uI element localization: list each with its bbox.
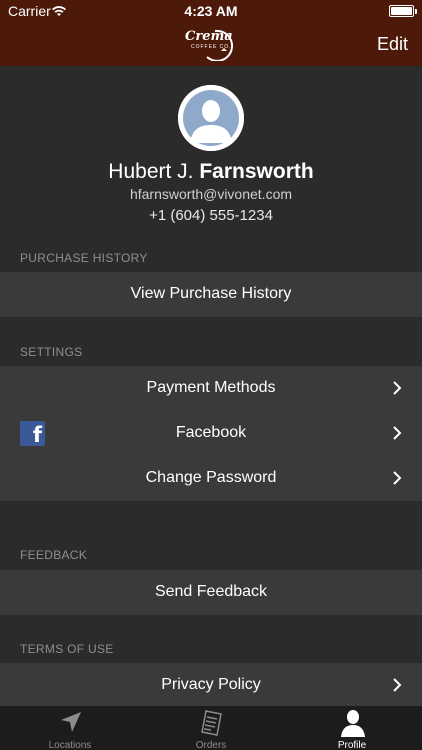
battery-icon [389, 5, 417, 17]
crema-logo: Crema COFFEE CO. [185, 25, 237, 61]
nav-bar: Carrier 4:23 AM Crema COFFEE CO. Edit [0, 0, 422, 66]
chevron-right-icon [393, 426, 402, 440]
facebook-row[interactable]: f Facebook [0, 411, 422, 456]
person-silhouette-icon [178, 85, 244, 151]
tab-profile[interactable]: Profile [282, 706, 422, 750]
payment-methods-row[interactable]: Payment Methods [0, 366, 422, 411]
send-feedback-row[interactable]: Send Feedback [0, 570, 422, 615]
brand-name: Crema [185, 29, 233, 44]
receipt-icon [201, 710, 222, 736]
row-label: Facebook [175, 424, 247, 441]
privacy-policy-row[interactable]: Privacy Policy [0, 663, 422, 708]
chevron-right-icon [393, 471, 402, 485]
location-arrow-icon [61, 712, 81, 732]
row-label: Privacy Policy [161, 676, 261, 693]
avatar[interactable] [178, 85, 244, 151]
clock: 4:23 AM [184, 3, 238, 19]
last-name: Farnsworth [199, 160, 314, 183]
user-email: hfarnsworth@vivonet.com [129, 186, 293, 202]
chevron-right-icon [393, 381, 402, 395]
profile-header: Hubert J. Farnsworth hfarnsworth@vivonet… [0, 66, 422, 244]
status-bar: Carrier 4:23 AM [0, 0, 422, 22]
row-label: View Purchase History [130, 285, 292, 302]
section-header-purchase-history: PURCHASE HISTORY [20, 251, 148, 265]
tab-locations[interactable]: Locations [0, 706, 140, 750]
section-header-terms: TERMS OF USE [20, 642, 114, 656]
user-name: Hubert J. Farnsworth [0, 160, 422, 184]
first-name: Hubert J. [108, 160, 194, 183]
section-header-settings: SETTINGS [20, 345, 83, 359]
change-password-row[interactable]: Change Password [0, 456, 422, 501]
row-label: Payment Methods [146, 379, 276, 396]
brand-subtitle: COFFEE CO. [191, 44, 232, 50]
view-purchase-history-row[interactable]: View Purchase History [0, 272, 422, 317]
edit-button[interactable]: Edit [377, 34, 408, 55]
tab-label: Profile [337, 740, 367, 750]
chevron-right-icon [393, 678, 402, 692]
user-phone: +1 (604) 555-1234 [149, 207, 273, 224]
section-header-feedback: FEEDBACK [20, 548, 88, 562]
tab-label: Orders [195, 740, 227, 750]
person-icon [341, 710, 365, 737]
row-label: Change Password [145, 469, 277, 486]
row-label: Send Feedback [154, 583, 268, 600]
tab-label: Locations [48, 740, 92, 750]
tab-orders[interactable]: Orders [141, 706, 281, 750]
tab-bar: Locations Orders Profile [0, 705, 422, 750]
